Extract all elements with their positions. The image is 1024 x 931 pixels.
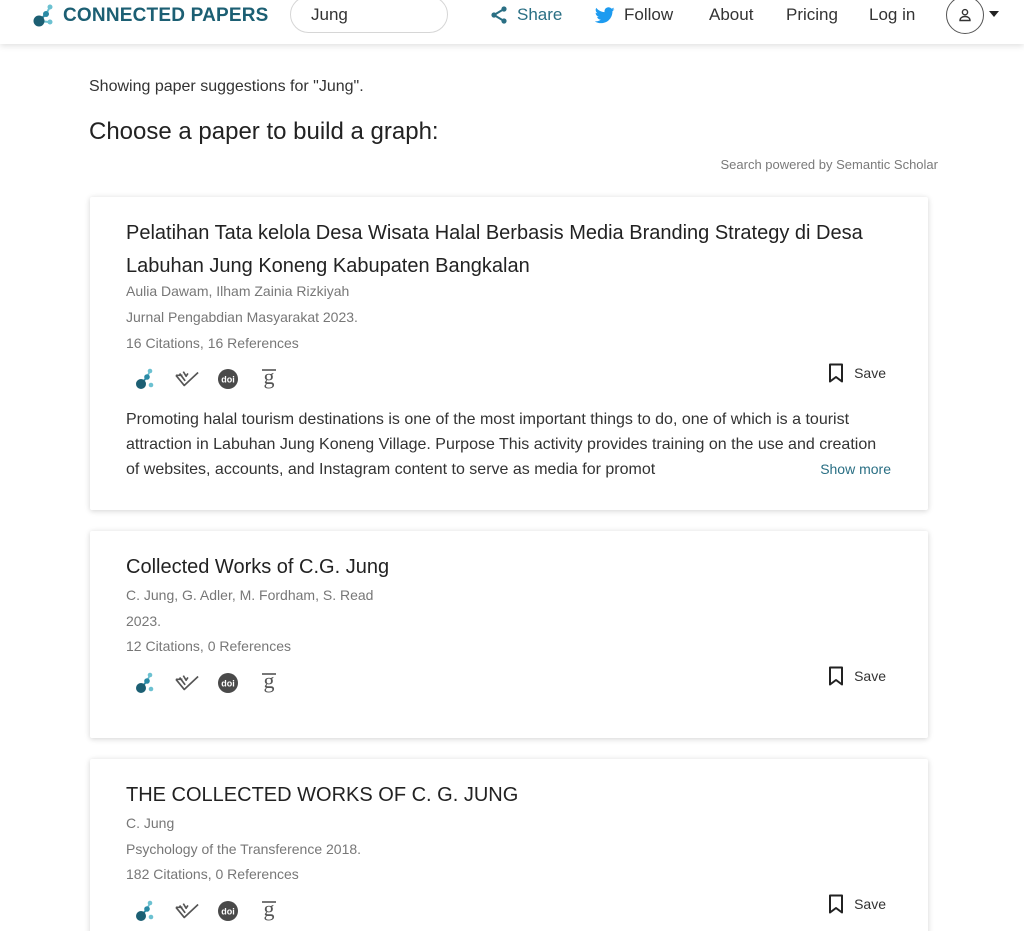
paper-venue: 2023. <box>126 613 162 629</box>
svg-text:doi: doi <box>221 679 235 689</box>
brand-name: CONNECTED PAPERS <box>63 5 269 26</box>
paper-title[interactable]: THE COLLECTED WORKS OF C. G. JUNG <box>126 779 901 812</box>
paper-venue: Psychology of the Transference 2018. <box>126 841 362 857</box>
brand-logo-link[interactable]: CONNECTED PAPERS <box>32 2 269 30</box>
save-button[interactable]: Save <box>828 363 886 383</box>
share-label: Share <box>517 5 563 24</box>
save-label: Save <box>854 896 886 912</box>
google-scholar-icon[interactable]: g <box>257 367 281 391</box>
abstract-fade <box>700 458 810 483</box>
paper-authors: C. Jung, G. Adler, M. Fordham, S. Read <box>126 587 374 603</box>
page-title: Choose a paper to build a graph: <box>89 118 439 145</box>
doi-icon[interactable]: doi <box>216 671 240 695</box>
paper-links: doi g <box>134 671 298 695</box>
connected-papers-logo-icon <box>33 4 53 27</box>
account-button[interactable] <box>946 0 984 34</box>
share-icon <box>491 6 507 24</box>
connected-papers-icon[interactable] <box>134 899 158 923</box>
doi-icon[interactable]: doi <box>216 367 240 391</box>
paper-stats: 12 Citations, 0 References <box>126 638 291 654</box>
google-scholar-icon[interactable]: g <box>257 671 281 695</box>
results-info: Showing paper suggestions for "Jung". <box>89 78 364 95</box>
bookmark-icon <box>829 666 844 686</box>
paper-authors: Aulia Dawam, Ilham Zainia Rizkiyah <box>126 283 350 299</box>
bookmark-icon <box>829 894 844 914</box>
pricing-link[interactable]: Pricing <box>786 4 838 26</box>
paper-card[interactable]: THE COLLECTED WORKS OF C. G. JUNG C. Jun… <box>90 759 928 931</box>
paper-card[interactable]: Collected Works of C.G. Jung C. Jung, G.… <box>90 531 928 738</box>
connected-papers-icon[interactable] <box>134 671 158 695</box>
semantic-scholar-icon[interactable] <box>175 367 199 391</box>
paper-authors: C. Jung <box>126 815 175 831</box>
connected-papers-icon[interactable] <box>134 367 158 391</box>
about-link[interactable]: About <box>709 4 753 26</box>
save-label: Save <box>854 668 886 684</box>
google-scholar-icon[interactable]: g <box>257 899 281 923</box>
svg-text:doi: doi <box>221 907 235 917</box>
top-navbar: CONNECTED PAPERS Share Follow About Pric… <box>0 0 1024 44</box>
powered-by-note: Search powered by Semantic Scholar <box>720 157 938 172</box>
login-link[interactable]: Log in <box>869 4 915 26</box>
paper-title[interactable]: Collected Works of C.G. Jung <box>126 551 901 584</box>
paper-links: doi g <box>134 899 298 923</box>
account-dropdown-caret-icon[interactable] <box>989 11 999 17</box>
paper-stats: 182 Citations, 0 References <box>126 866 299 882</box>
paper-title[interactable]: Pelatihan Tata kelola Desa Wisata Halal … <box>126 217 901 283</box>
svg-text:doi: doi <box>221 375 235 385</box>
follow-label: Follow <box>624 5 674 24</box>
share-link[interactable]: Share <box>490 4 562 26</box>
save-button[interactable]: Save <box>828 666 886 686</box>
semantic-scholar-icon[interactable] <box>175 899 199 923</box>
save-label: Save <box>854 365 886 381</box>
paper-links: doi g <box>134 367 298 391</box>
user-icon <box>959 8 971 22</box>
follow-link[interactable]: Follow <box>595 4 673 26</box>
show-more-link[interactable]: Show more <box>818 461 891 477</box>
doi-icon[interactable]: doi <box>216 899 240 923</box>
save-button[interactable]: Save <box>828 894 886 914</box>
semantic-scholar-icon[interactable] <box>175 671 199 695</box>
paper-venue: Jurnal Pengabdian Masyarakat 2023. <box>126 309 358 325</box>
twitter-icon <box>595 6 615 23</box>
search-input[interactable] <box>290 0 448 33</box>
bookmark-icon <box>829 363 844 383</box>
paper-card[interactable]: Pelatihan Tata kelola Desa Wisata Halal … <box>90 197 928 510</box>
paper-stats: 16 Citations, 16 References <box>126 335 299 351</box>
